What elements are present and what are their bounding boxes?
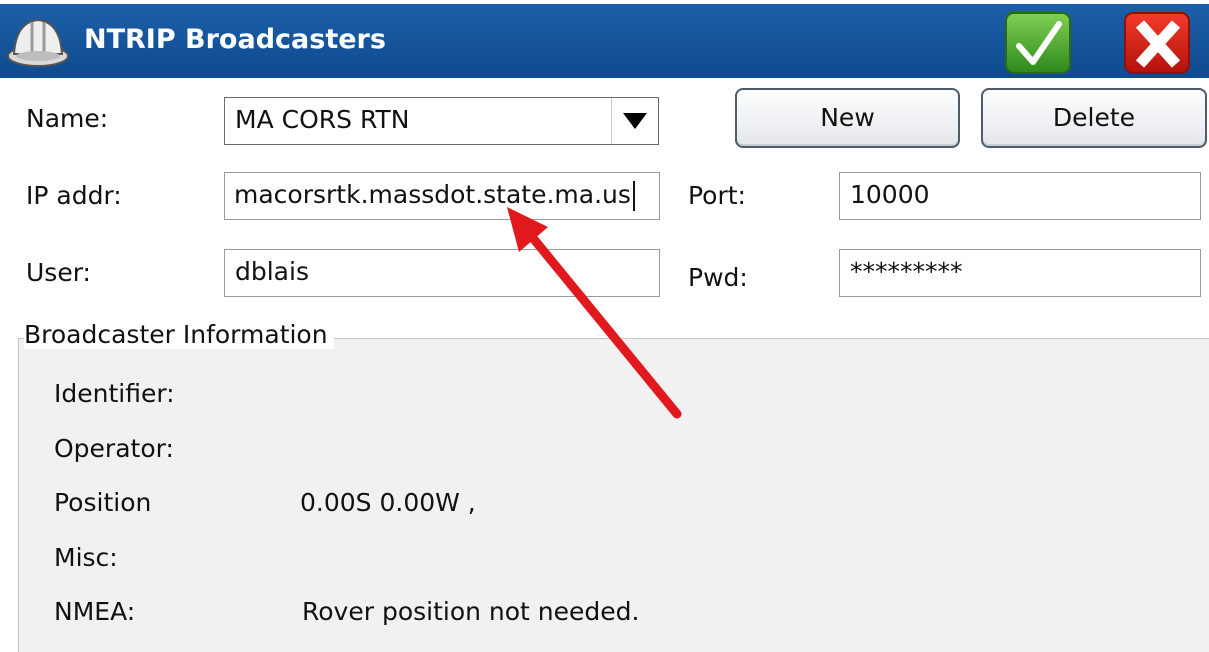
broadcaster-info-heading: Broadcaster Information [24,320,334,349]
user-value: dblais [235,257,309,286]
ip-addr-value: macorsrtk.massdot.state.ma.us [234,180,631,209]
name-dropdown-value: MA CORS RTN [235,105,410,134]
name-dropdown[interactable]: MA CORS RTN [224,97,659,145]
cancel-button[interactable] [1124,12,1190,74]
user-input[interactable]: dblais [224,249,660,297]
operator-label: Operator: [54,434,174,463]
hard-hat-icon [7,18,69,67]
title-bar: NTRIP Broadcasters [0,0,1209,78]
delete-button[interactable]: Delete [981,88,1207,148]
identifier-label: Identifier: [54,379,175,408]
position-label: Position [54,488,152,517]
port-value: 10000 [850,180,930,209]
misc-label: Misc: [54,543,118,572]
ip-addr-label: IP addr: [26,181,122,210]
name-label: Name: [26,104,109,133]
user-label: User: [26,258,91,287]
pwd-label: Pwd: [688,263,748,292]
ip-addr-input[interactable]: macorsrtk.massdot.state.ma.us [224,172,660,220]
port-label: Port: [688,181,746,210]
nmea-value: Rover position not needed. [302,597,640,626]
x-close-icon [1135,20,1181,68]
checkmark-icon [1016,21,1062,65]
nmea-label: NMEA: [54,597,136,626]
position-value: 0.00S 0.00W , [300,488,476,517]
port-input[interactable]: 10000 [839,172,1201,220]
dropdown-arrow-icon[interactable] [611,98,658,144]
window-title: NTRIP Broadcasters [84,24,386,55]
text-cursor [632,181,635,211]
new-button[interactable]: New [735,88,960,148]
ok-button[interactable] [1005,12,1071,74]
pwd-value: ********* [850,257,963,286]
pwd-input[interactable]: ********* [839,249,1201,297]
